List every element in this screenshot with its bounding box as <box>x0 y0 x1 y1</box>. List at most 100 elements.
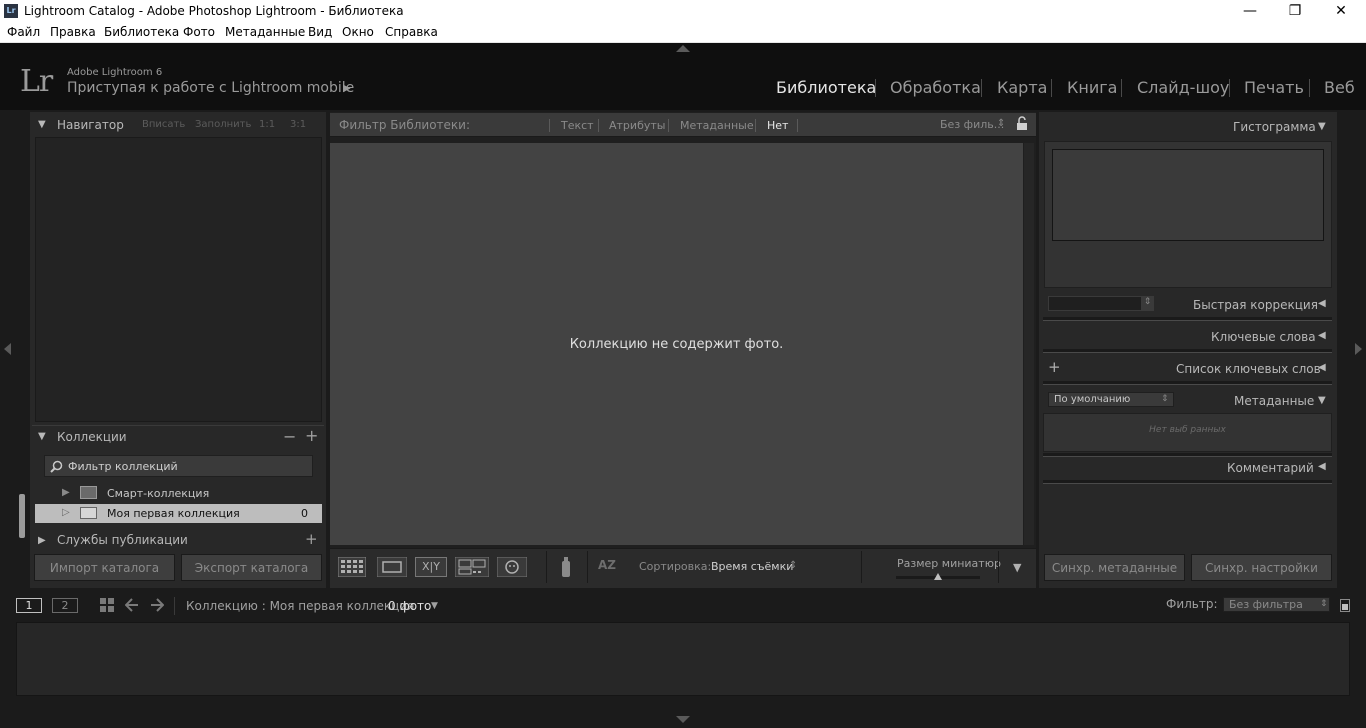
menu-help[interactable]: Справка <box>385 25 438 39</box>
collection-icon <box>80 507 97 519</box>
collections-title[interactable]: Коллекции <box>57 430 127 444</box>
painter-spray-icon[interactable] <box>558 555 574 579</box>
module-library[interactable]: Библиотека <box>776 78 876 97</box>
expand-triangle-icon[interactable]: ▶ <box>38 535 46 546</box>
app-icon: Lr <box>4 4 18 18</box>
filter-tab-none[interactable]: Нет <box>767 119 788 132</box>
navigator-title[interactable]: Навигатор <box>57 118 124 132</box>
grid-icon[interactable] <box>100 598 114 612</box>
collection-row-smart[interactable]: ▶ Смарт-коллекция <box>35 483 322 504</box>
navigator-fill[interactable]: Заполнить <box>195 119 251 130</box>
expand-triangle-icon[interactable]: ◀ <box>1318 461 1326 472</box>
compare-view-icon[interactable]: X|Y <box>415 557 447 577</box>
filter-preset-arrow[interactable]: ⇕ <box>997 118 1005 129</box>
filmstrip-filter-select[interactable]: Без фильтра ⇕ <box>1223 597 1330 612</box>
second-window-button[interactable]: 2 <box>52 598 78 613</box>
close-button[interactable]: ✕ <box>1318 0 1364 23</box>
filmstrip-count[interactable]: 0 фото <box>388 599 431 613</box>
minimize-button[interactable]: — <box>1227 0 1273 23</box>
people-view-icon[interactable] <box>497 557 527 577</box>
toolbar-menu-arrow[interactable]: ▼ <box>1013 561 1021 574</box>
thumbnail-slider-handle[interactable] <box>934 573 942 580</box>
divider <box>668 119 669 132</box>
top-panel-toggle-icon[interactable] <box>676 45 690 52</box>
menu-view[interactable]: Вид <box>308 25 332 39</box>
sort-value[interactable]: Время съёмки <box>711 560 793 573</box>
module-separator <box>875 79 876 97</box>
navigator-1-1[interactable]: 1:1 <box>259 119 275 130</box>
grid-view-icon[interactable] <box>338 557 366 577</box>
left-scrollbar[interactable] <box>19 494 25 538</box>
divider <box>546 551 547 583</box>
sync-settings-button[interactable]: Синхр. настройки <box>1191 554 1332 581</box>
menu-edit[interactable]: Правка <box>50 25 96 39</box>
navigator-fit[interactable]: Вписать <box>142 119 185 130</box>
maximize-button[interactable]: ❐ <box>1272 0 1318 23</box>
filmstrip-count-arrow[interactable]: ▼ <box>431 601 438 611</box>
back-arrow-icon[interactable] <box>125 598 139 612</box>
bottom-panel-toggle-icon[interactable] <box>676 716 690 723</box>
import-catalog-button[interactable]: Импорт каталога <box>34 554 175 581</box>
add-publish-service-button[interactable]: + <box>305 530 318 548</box>
export-catalog-button[interactable]: Экспорт каталога <box>181 554 322 581</box>
right-panel-toggle-icon[interactable] <box>1355 343 1362 355</box>
navigator-3-1[interactable]: 3:1 <box>290 119 306 130</box>
saved-preset-select[interactable] <box>1048 296 1154 311</box>
metadata-preset-select[interactable]: По умолчанию ⇕ <box>1048 392 1174 407</box>
collapse-triangle-icon[interactable]: ▼ <box>38 431 46 442</box>
comments-title[interactable]: Комментарий <box>1227 461 1314 475</box>
collapse-triangle-icon[interactable]: ▼ <box>1318 395 1326 406</box>
photo-grid[interactable]: Коллекцию не содержит фото. <box>330 143 1023 545</box>
module-map[interactable]: Карта <box>997 78 1047 97</box>
module-book[interactable]: Книга <box>1067 78 1117 97</box>
play-icon[interactable]: ▶ <box>343 83 351 94</box>
quick-develop-title[interactable]: Быстрая коррекция <box>1193 298 1318 312</box>
main-window-button[interactable]: 1 <box>16 598 42 613</box>
add-collection-button[interactable]: + <box>305 426 318 445</box>
menu-window[interactable]: Окно <box>342 25 374 39</box>
menu-photo[interactable]: Фото <box>183 25 215 39</box>
expand-triangle-icon[interactable]: ▶ <box>62 487 70 498</box>
sync-metadata-button[interactable]: Синхр. метаданные <box>1044 554 1185 581</box>
filter-tab-metadata[interactable]: Метаданные <box>680 119 754 132</box>
menu-metadata[interactable]: Метаданные <box>225 25 305 39</box>
histogram-title[interactable]: Гистограмма <box>1233 120 1316 134</box>
lock-icon[interactable] <box>1016 116 1028 131</box>
collapse-triangle-icon[interactable]: ▼ <box>38 119 46 130</box>
remove-collection-button[interactable]: − <box>283 427 296 446</box>
menu-file[interactable]: Файл <box>7 25 40 39</box>
grid-scrollbar[interactable] <box>1024 143 1034 545</box>
module-develop[interactable]: Обработка <box>890 78 981 97</box>
forward-arrow-icon[interactable] <box>150 598 164 612</box>
histogram-graph <box>1052 149 1324 241</box>
sort-arrow[interactable]: ⇕ <box>789 560 797 571</box>
filter-lock-switch[interactable] <box>1340 599 1350 612</box>
expand-triangle-icon[interactable]: ◀ <box>1318 298 1326 309</box>
loupe-view-icon[interactable] <box>377 557 407 577</box>
module-web[interactable]: Веб <box>1324 78 1355 97</box>
filmstrip-source[interactable]: Коллекцию : Моя первая коллекция <box>186 599 414 613</box>
filter-tab-attributes[interactable]: Атрибуты <box>609 119 665 132</box>
filmstrip[interactable] <box>16 622 1350 696</box>
module-print[interactable]: Печать <box>1244 78 1304 97</box>
module-slideshow[interactable]: Слайд-шоу <box>1137 78 1229 97</box>
expand-triangle-icon[interactable]: ◀ <box>1318 362 1326 373</box>
publish-services-title[interactable]: Службы публикации <box>57 533 188 547</box>
filter-tab-text[interactable]: Текст <box>561 119 594 132</box>
expand-triangle-icon[interactable]: ▷ <box>62 507 70 518</box>
collection-row-selected[interactable]: ▷ Моя первая коллекция 0 <box>35 504 322 523</box>
collections-filter-field[interactable]: Фильтр коллекций <box>44 455 313 477</box>
metadata-title[interactable]: Метаданные <box>1234 394 1314 408</box>
survey-view-icon[interactable] <box>455 557 489 577</box>
preset-arrow-icon[interactable]: ⇕ <box>1141 297 1154 310</box>
menu-library[interactable]: Библиотека <box>104 25 179 39</box>
add-keyword-button[interactable]: + <box>1048 358 1061 376</box>
collapse-triangle-icon[interactable]: ▼ <box>1318 121 1326 132</box>
identity-getting-started[interactable]: Приступая к работе с Lightroom mobile <box>67 80 354 96</box>
keywording-title[interactable]: Ключевые слова <box>1211 330 1316 344</box>
keyword-list-title[interactable]: Список ключевых слов <box>1176 362 1321 376</box>
left-panel-toggle-icon[interactable] <box>4 343 11 355</box>
sort-direction-icon[interactable]: AZ <box>598 558 616 572</box>
expand-triangle-icon[interactable]: ◀ <box>1318 330 1326 341</box>
filter-preset-value[interactable]: Без филь... <box>940 118 1004 131</box>
